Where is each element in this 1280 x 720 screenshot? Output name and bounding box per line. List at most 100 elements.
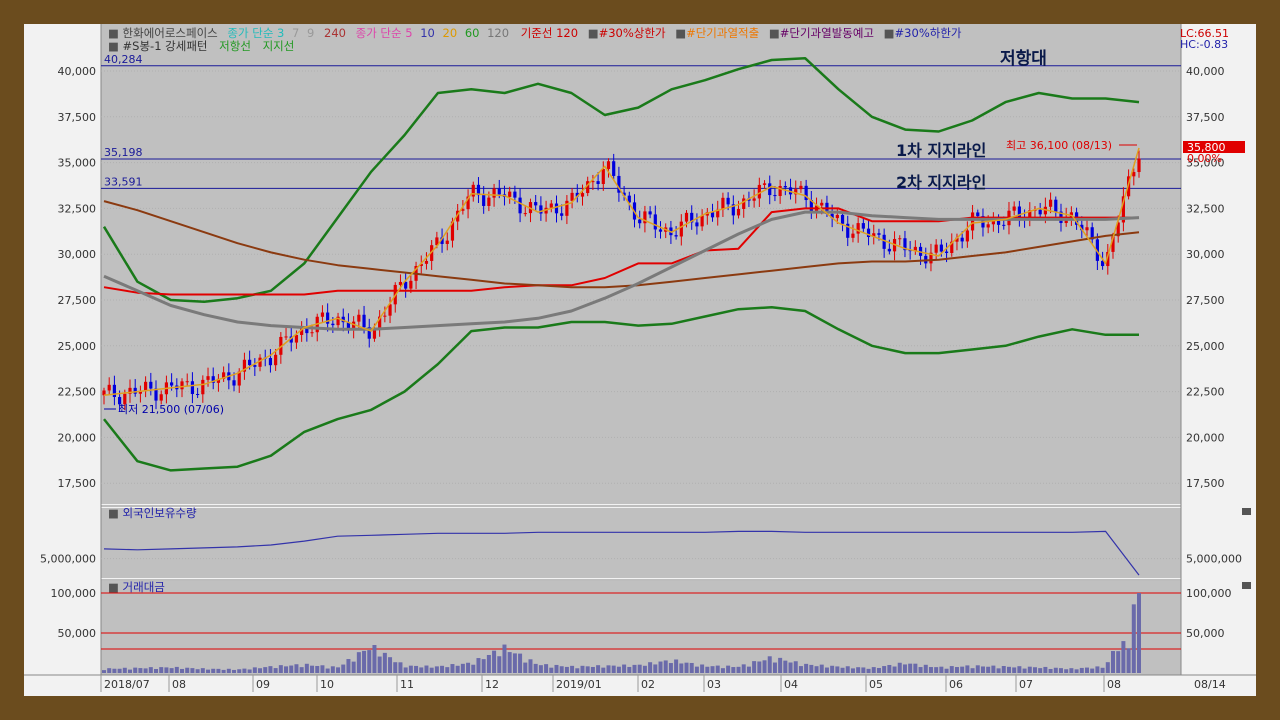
amount-bar [1121,641,1126,673]
amount-bar [980,666,985,673]
candle-body [1085,227,1089,231]
amount-bar [169,668,174,673]
amount-bar [772,662,777,673]
amount-bar [648,662,653,673]
price-tick-label-left: 17,500 [58,477,97,490]
amount-bar [154,669,159,673]
amount-bar [190,668,195,673]
price-tick-label-right: 37,500 [1186,111,1225,124]
candle-body [180,381,184,390]
amount-bar [814,666,819,673]
amount-bar [232,669,237,673]
amount-bar [299,667,304,673]
amount-bar [736,666,741,673]
candle-body [549,203,553,208]
candle-body [357,314,361,322]
price-tick-label-right: 32,500 [1186,202,1225,215]
candle-body [674,235,678,237]
amount-bar [1095,666,1100,673]
candle-body [965,230,969,242]
amount-bar [450,664,455,673]
amount-bar [762,660,767,673]
candle-body [976,212,980,217]
amount-bar [1032,667,1037,673]
amount-tick-label-right: 50,000 [1186,627,1225,640]
candle-body [820,202,824,206]
low-price-label: 최저 21,500 (07/06) [118,403,224,416]
amount-bar [112,668,117,673]
price-tick-label-left: 25,000 [58,340,97,353]
amount-bar [351,661,356,673]
candle-body [144,381,148,391]
amount-bar [1043,666,1048,673]
candle-body [170,382,174,386]
price-tick-label-left: 40,000 [58,65,97,78]
candle-body [424,260,429,264]
candle-body [939,244,943,252]
amount-bar [778,657,783,673]
amount-bar [336,667,341,673]
amount-bar [507,652,512,673]
candle-body [1012,206,1016,211]
candle-body [362,314,366,328]
amount-bar [216,668,221,673]
amount-bar [944,668,949,673]
candle-body [898,238,902,240]
candle-body [612,161,616,176]
candle-body [721,197,725,210]
amount-bar [840,667,845,673]
amount-bar [1022,668,1027,673]
amount-bar [1069,668,1074,673]
amount-bar [1116,651,1121,673]
amount-bar [866,668,871,673]
candle-body [107,384,111,391]
amount-bar [653,664,658,673]
amount-bar [1084,667,1089,673]
amount-panel [101,581,1181,675]
x-tick-label: 05 [869,678,883,691]
amount-bar [320,665,325,673]
candle-body [1038,209,1042,215]
amount-bar [892,666,897,673]
candle-body [253,365,257,367]
x-tick-label: 08 [172,678,186,691]
panel-collapse-icon[interactable] [1242,582,1251,589]
price-tick-label-right: 17,500 [1186,477,1225,490]
amount-bar [616,666,621,673]
candle-body [1048,199,1053,207]
amount-bar [362,650,367,673]
price-tick-label-right: 25,000 [1186,340,1225,353]
panel-collapse-icon[interactable] [1242,508,1251,515]
candle-body [986,224,990,228]
candle-body [726,197,730,205]
amount-bar [429,667,434,673]
amount-bar [372,644,377,673]
amount-bar [913,663,918,673]
amount-bar [861,667,866,673]
legend-row-1: ■ 한화에어로스페이스 종가 단순 3 7 9 240 종가 단순 5 10 2… [108,26,962,40]
candle-body [768,183,772,196]
amount-bar [741,664,746,673]
candle-body [570,192,574,201]
candle-body [331,323,335,326]
amount-bar [752,661,757,673]
amount-bar [356,652,361,673]
candle-body [773,195,777,197]
amount-bar [554,664,559,673]
amount-bar [424,665,429,673]
amount-bar [1038,668,1043,673]
amount-bar [991,665,996,673]
amount-bar [414,665,419,673]
amount-bar [330,666,335,673]
amount-bar [1137,593,1141,673]
x-tick-label: 09 [256,678,270,691]
amount-bar [497,656,502,673]
candle-body [835,214,839,219]
amount-bar [128,669,133,673]
price-tick-label-left: 22,500 [58,386,97,399]
amount-bar [460,663,465,673]
foreign-holdings-title: ■ 외국인보유수량 [108,506,197,520]
x-tick-label: 08/14 [1194,678,1226,691]
price-tick-label-left: 32,500 [58,202,97,215]
candle-body [487,197,491,206]
